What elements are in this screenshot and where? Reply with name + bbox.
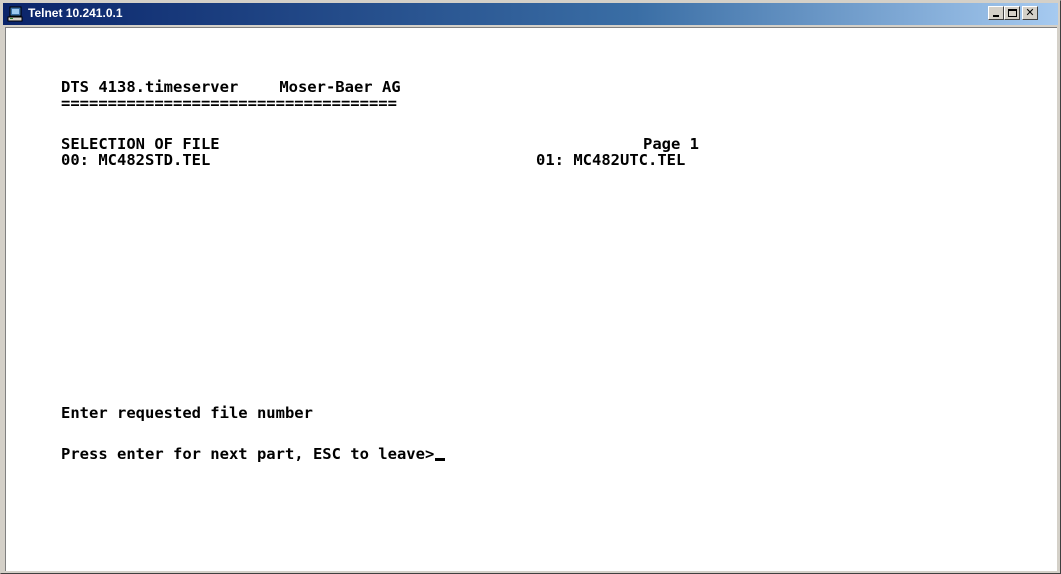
file-entry-01: 01: MC482UTC.TEL [536, 151, 686, 169]
prompt-request: Enter requested file number [61, 404, 313, 422]
section-title: SELECTION OF FILE [61, 135, 220, 153]
close-button[interactable]: ✕ [1022, 6, 1038, 20]
file-entry-00: 00: MC482STD.TEL [61, 151, 211, 169]
prompt-next: Press enter for next part, ESC to leave> [61, 445, 435, 463]
telnet-window: Telnet 10.241.0.1 ✕ DTS 4138.timeserver M… [0, 0, 1061, 574]
text-cursor [435, 458, 446, 461]
minimize-icon [993, 15, 999, 17]
prompt-line[interactable]: Press enter for next part, ESC to leave> [61, 445, 446, 463]
telnet-terminal-icon[interactable] [7, 6, 23, 22]
terminal-header: DTS 4138.timeserver Moser-Baer AG [61, 79, 401, 95]
terminal-screen[interactable]: DTS 4138.timeserver Moser-Baer AG =======… [5, 27, 1057, 571]
close-icon: ✕ [1025, 6, 1035, 19]
header-separator: ==================================== [61, 94, 397, 112]
title-bar[interactable]: Telnet 10.241.0.1 ✕ [3, 3, 1058, 25]
minimize-button[interactable] [988, 6, 1004, 20]
maximize-icon [1008, 9, 1017, 17]
page-indicator: Page 1 [643, 135, 699, 153]
maximize-button[interactable] [1004, 6, 1020, 20]
window-title: Telnet 10.241.0.1 [28, 6, 123, 20]
